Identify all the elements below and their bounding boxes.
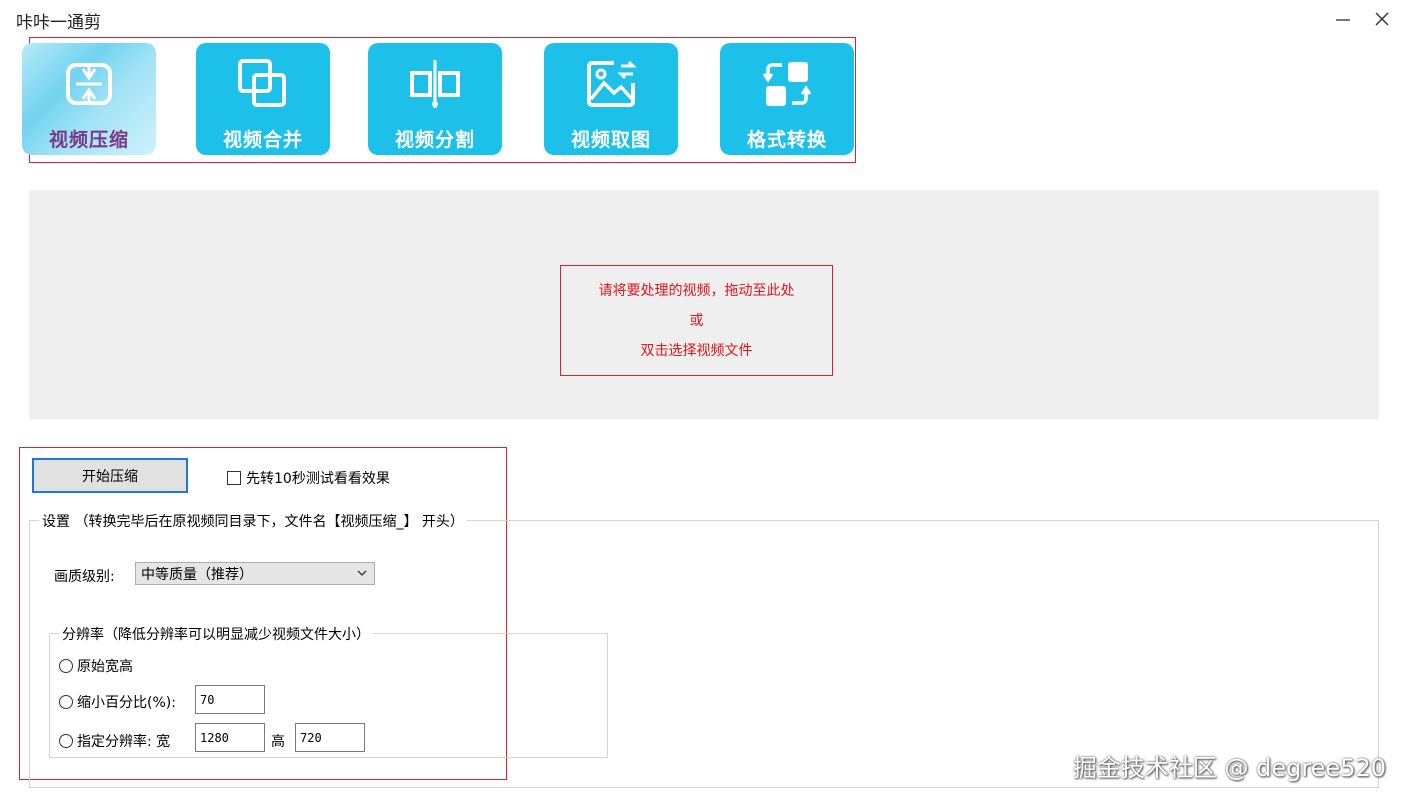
quality-selected-value: 中等质量（推荐） [141, 566, 253, 583]
radio-percent[interactable] [59, 695, 73, 709]
width-input[interactable]: 1280 [195, 723, 265, 752]
chevron-down-icon [357, 570, 367, 576]
format-convert-icon [760, 57, 814, 111]
radio-specify-row[interactable]: 指定分辨率: 宽 [59, 731, 170, 751]
tool-video-merge[interactable]: 视频合并 [196, 43, 330, 155]
merge-icon [236, 57, 290, 111]
quality-select[interactable]: 中等质量（推荐） [135, 562, 375, 585]
tool-label: 视频合并 [222, 129, 303, 151]
radio-specify[interactable] [59, 734, 73, 748]
tool-label: 视频压缩 [48, 129, 129, 151]
quality-label: 画质级别: [54, 569, 115, 585]
close-button[interactable] [1367, 6, 1397, 32]
trial-10s-checkbox-row[interactable]: 先转10秒测试看看效果 [227, 468, 390, 488]
radio-specify-label: 指定分辨率: 宽 [77, 734, 171, 750]
tool-label: 视频分割 [394, 129, 475, 151]
radio-original[interactable] [59, 659, 73, 673]
tool-format-convert[interactable]: 格式转换 [720, 43, 854, 155]
minimize-icon [1336, 19, 1350, 21]
percent-input[interactable]: 70 [195, 685, 265, 714]
drop-instruction-line1: 请将要处理的视频，拖动至此处 [598, 282, 795, 299]
watermark: 掘金技术社区 @ degree520 [1072, 754, 1386, 782]
height-input[interactable]: 720 [295, 723, 365, 752]
settings-legend: 设置 （转换完毕后在原视频同目录下，文件名【视频压缩_】 开头） [39, 511, 467, 531]
tool-video-compress[interactable]: 视频压缩 [22, 43, 156, 155]
tool-video-capture[interactable]: 视频取图 [544, 43, 678, 155]
height-label: 高 [271, 734, 285, 750]
radio-percent-label: 缩小百分比(%): [77, 695, 176, 711]
image-capture-icon [584, 57, 638, 111]
start-compress-button[interactable]: 开始压缩 [32, 458, 188, 493]
trial-10s-checkbox[interactable] [227, 471, 241, 485]
radio-original-row[interactable]: 原始宽高 [59, 656, 133, 676]
radio-original-label: 原始宽高 [77, 659, 133, 675]
close-icon [1375, 12, 1389, 26]
drop-instruction-line3: 双击选择视频文件 [640, 342, 753, 359]
resolution-legend: 分辨率（降低分辨率可以明显减少视频文件大小） [59, 624, 373, 644]
tool-video-split[interactable]: 视频分割 [368, 43, 502, 155]
radio-percent-row[interactable]: 缩小百分比(%): [59, 692, 176, 712]
tool-label: 格式转换 [746, 129, 827, 151]
trial-10s-label: 先转10秒测试看看效果 [246, 471, 390, 487]
drop-instruction-or: 或 [689, 312, 704, 329]
window-title: 咔咔一通剪 [16, 13, 101, 33]
split-icon [408, 57, 462, 111]
compress-icon [62, 57, 116, 111]
tool-label: 视频取图 [570, 129, 651, 151]
drop-zone-message: 请将要处理的视频，拖动至此处 或 双击选择视频文件 [560, 265, 833, 376]
minimize-button[interactable] [1328, 6, 1358, 32]
